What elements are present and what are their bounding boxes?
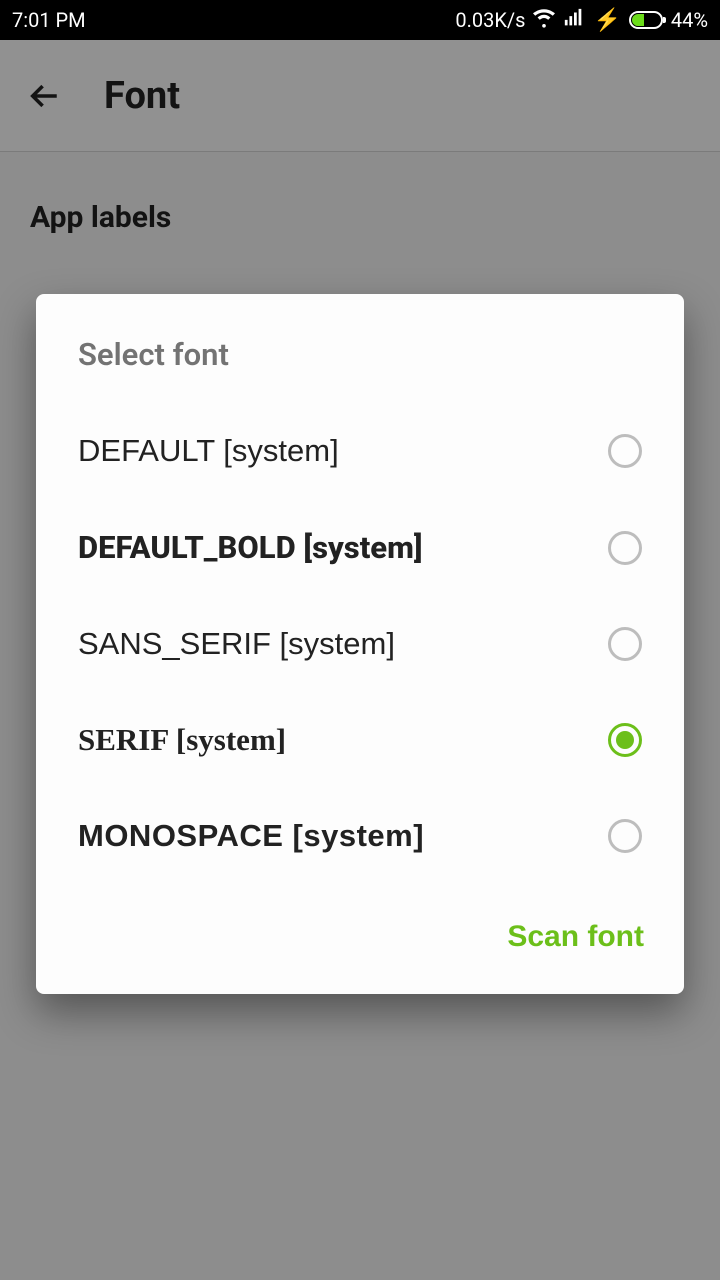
status-net-speed: 0.03K/s	[455, 8, 525, 32]
dialog-title: Select font	[36, 336, 684, 403]
font-option-label: DEFAULT [system]	[78, 433, 339, 469]
signal-icon	[563, 7, 585, 34]
radio-icon	[608, 627, 642, 661]
font-select-dialog: Select font DEFAULT [system] DEFAULT_BOL…	[36, 294, 684, 994]
status-time: 7:01 PM	[12, 8, 86, 32]
font-option-label: MONOSPACE [system]	[78, 818, 424, 854]
font-option-serif[interactable]: SERIF [system]	[36, 692, 684, 788]
font-option-default-bold[interactable]: DEFAULT_BOLD [system]	[36, 499, 684, 596]
status-battery-pct: 44%	[671, 8, 708, 32]
page-background: Font App labels Select font DEFAULT [sys…	[0, 40, 720, 1280]
scan-font-button[interactable]: Scan font	[507, 920, 644, 954]
radio-icon	[608, 434, 642, 468]
radio-icon	[608, 531, 642, 565]
font-option-default[interactable]: DEFAULT [system]	[36, 403, 684, 499]
dialog-actions: Scan font	[36, 884, 684, 964]
font-option-label: SERIF [system]	[78, 722, 286, 758]
font-option-sans-serif[interactable]: SANS_SERIF [system]	[36, 596, 684, 692]
font-option-label: DEFAULT_BOLD [system]	[78, 529, 423, 566]
font-option-list: DEFAULT [system] DEFAULT_BOLD [system] S…	[36, 403, 684, 884]
radio-icon	[608, 819, 642, 853]
font-option-monospace[interactable]: MONOSPACE [system]	[36, 788, 684, 884]
radio-icon-selected	[608, 723, 642, 757]
battery-icon	[629, 11, 663, 29]
wifi-icon	[533, 7, 555, 34]
status-bar: 7:01 PM 0.03K/s ⚡ 44%	[0, 0, 720, 40]
charging-icon: ⚡	[593, 8, 620, 33]
font-option-label: SANS_SERIF [system]	[78, 626, 395, 662]
